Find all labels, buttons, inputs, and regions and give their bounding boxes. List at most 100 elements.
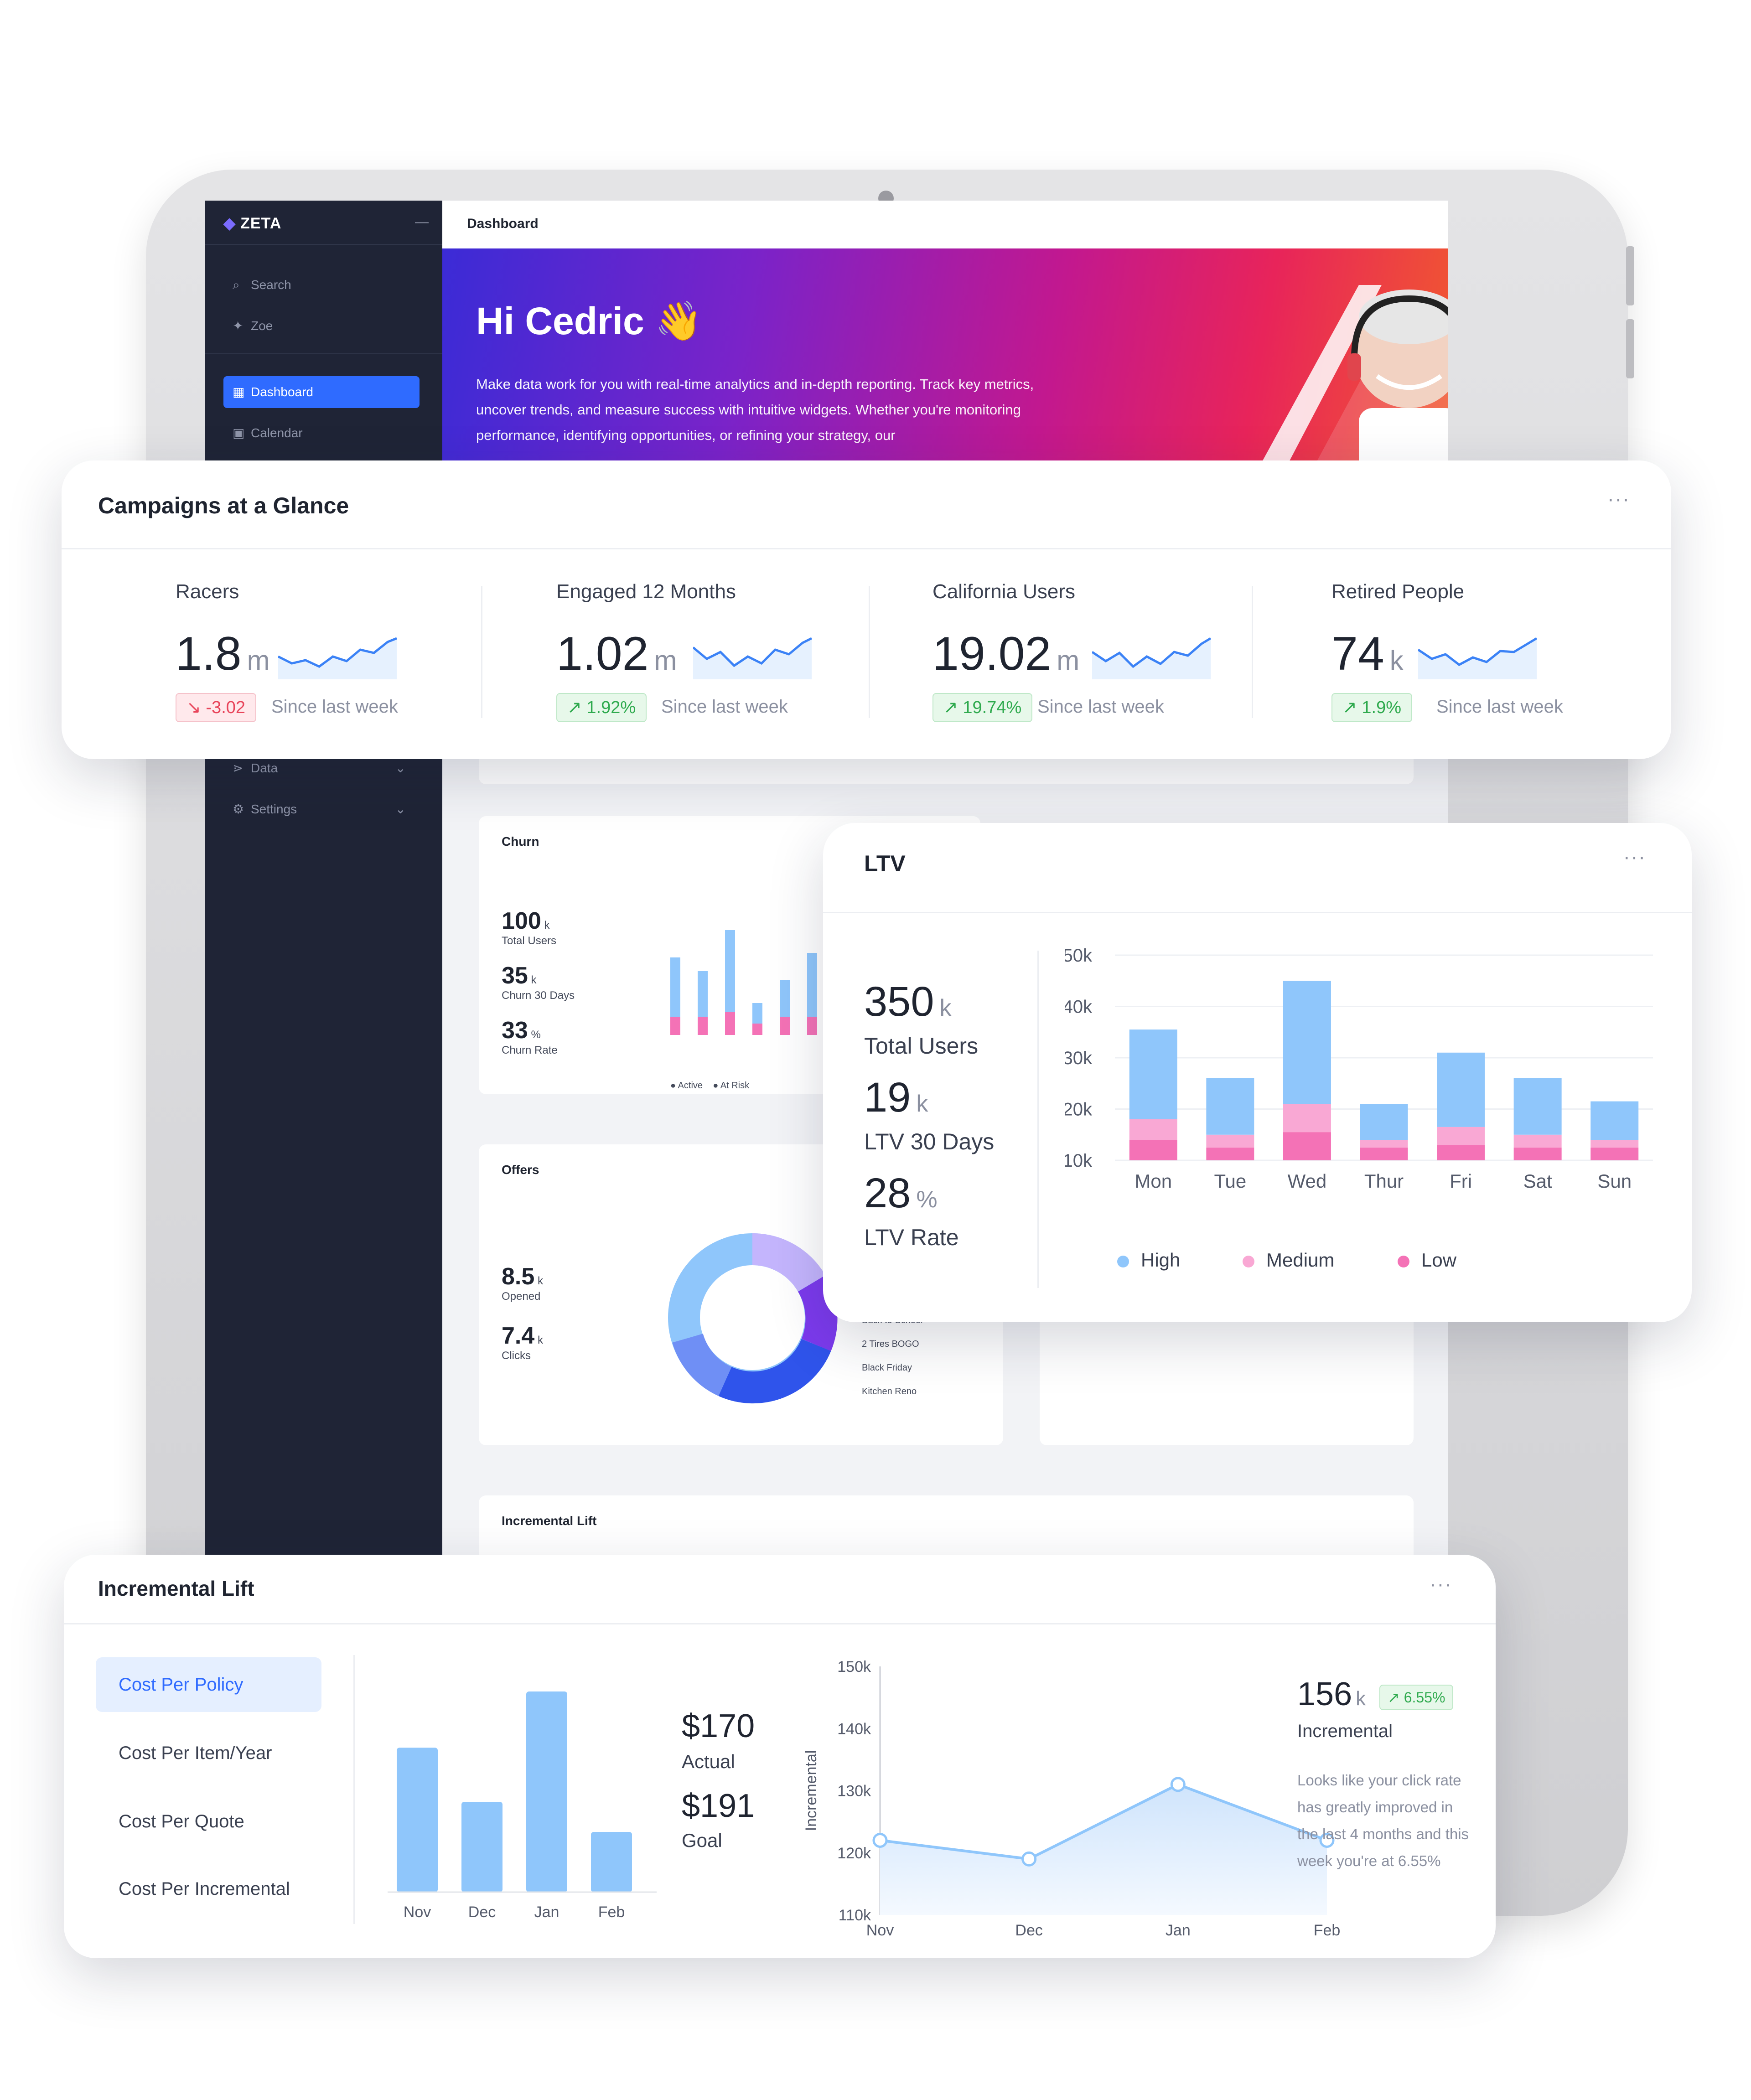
- x-tick-label: Thur: [1364, 1170, 1404, 1192]
- divider: [481, 586, 482, 718]
- churn-chart: [670, 930, 817, 1035]
- collapse-icon[interactable]: —: [415, 214, 429, 230]
- x-tick-label: Dec: [468, 1903, 496, 1921]
- bar-low: [1206, 1147, 1254, 1160]
- metric-value: 19.02 m: [932, 627, 1079, 681]
- ltv-bar-chart: 110k 120k 130k 140k 150k Mon Tue Wed Thur Fri Sat S…: [1065, 946, 1653, 1192]
- calendar-icon: ▣: [233, 426, 245, 440]
- x-tick-label: Nov: [866, 1922, 894, 1939]
- sidebar-item-calendar[interactable]: ▣ Calendar: [223, 417, 420, 449]
- churn-stat: 100 k Total Users: [502, 908, 557, 947]
- goal-value: $191: [682, 1788, 755, 1824]
- ltv-card: LTV ··· 350 k Total Users 19 k LTV 30 Days…: [823, 823, 1692, 1322]
- top-bar: Dashboard: [442, 201, 1448, 249]
- metric-number: 1.02: [556, 627, 649, 680]
- sidebar-item-dashboard[interactable]: ▦ Dashboard: [223, 376, 420, 408]
- cost-bar: [526, 1691, 567, 1892]
- incremental-lift-card: Incremental Lift ··· Cost Per Policy Cos…: [64, 1555, 1496, 1958]
- x-tick-label: Wed: [1288, 1170, 1327, 1192]
- churn-stat: 33 % Churn Rate: [502, 1017, 558, 1056]
- metric-label: Engaged 12 Months: [556, 580, 736, 603]
- dashboard-icon: ▦: [233, 385, 245, 399]
- tab-cost-per-incremental[interactable]: Cost Per Incremental: [96, 1862, 321, 1916]
- stat-label: LTV Rate: [864, 1225, 959, 1250]
- since-label: Since last week: [1037, 697, 1164, 717]
- sidebar-item-zoe[interactable]: ✦ Zoe: [223, 310, 420, 342]
- gear-icon: ⚙: [233, 802, 244, 816]
- bar-low: [1590, 1147, 1639, 1160]
- search-icon: ⌕: [233, 278, 240, 292]
- bar-low: [1129, 1140, 1177, 1160]
- offers-title: Offers: [502, 1163, 539, 1177]
- x-tick-label: Jan: [534, 1903, 559, 1921]
- tablet-side-button: [1626, 319, 1634, 378]
- y-tick-label: 140k: [1065, 997, 1093, 1017]
- y-tick-label: 130k: [837, 1783, 871, 1800]
- more-options-icon[interactable]: ···: [1430, 1573, 1452, 1596]
- bar-medium: [1129, 1119, 1177, 1140]
- metric-label: Racers: [176, 580, 239, 603]
- x-tick-label: Sat: [1523, 1170, 1552, 1192]
- tab-cost-per-policy[interactable]: Cost Per Policy: [96, 1657, 321, 1712]
- metric-unit: m: [654, 645, 677, 676]
- change-badge: ↗ 1.92%: [556, 693, 647, 722]
- data-point: [1170, 1777, 1186, 1792]
- metric-unit: m: [1057, 645, 1080, 676]
- metric-number: 1.8: [176, 627, 242, 680]
- sparkle-icon: ✦: [233, 319, 243, 333]
- cost-bar: [397, 1748, 438, 1892]
- bar-low: [1437, 1145, 1485, 1160]
- logo: ◆ ZETA: [223, 215, 282, 232]
- legend-medium: Medium: [1243, 1249, 1334, 1271]
- tablet-side-button: [1626, 246, 1634, 305]
- trend-down-icon: ↘: [186, 698, 206, 717]
- bar-high: [1283, 981, 1331, 1104]
- divider: [1252, 586, 1253, 718]
- offers-stat: 7.4 k Clicks: [502, 1323, 543, 1362]
- change-value: 19.74%: [963, 698, 1022, 717]
- actual-label: Actual: [682, 1751, 735, 1772]
- incremental-value: 156 k: [1297, 1676, 1366, 1712]
- wave-icon: 👋: [655, 300, 703, 342]
- more-options-icon[interactable]: ···: [1623, 846, 1646, 869]
- actual-value: $170: [682, 1708, 755, 1744]
- incremental-label: Incremental: [1297, 1721, 1393, 1741]
- since-label: Since last week: [661, 697, 788, 717]
- sidebar-item-settings[interactable]: ⚙ Settings ⌄: [223, 793, 420, 825]
- sidebar-item-search[interactable]: ⌕ Search: [223, 269, 420, 301]
- page-title: Dashboard: [467, 216, 539, 231]
- change-value: 1.9%: [1362, 698, 1402, 717]
- tab-cost-per-quote[interactable]: Cost Per Quote: [96, 1794, 321, 1849]
- bar-high: [1437, 1052, 1485, 1127]
- x-tick-label: Fri: [1450, 1170, 1472, 1192]
- sparkline-chart: [1092, 637, 1211, 679]
- bar-high: [1590, 1101, 1639, 1140]
- stat-value: 28%: [864, 1170, 938, 1216]
- x-tick-label: Dec: [1015, 1922, 1042, 1939]
- more-options-icon[interactable]: ···: [1607, 488, 1630, 511]
- sparkline-chart: [693, 637, 812, 679]
- change-value: 1.92%: [586, 698, 636, 717]
- legend-dot: [1117, 1255, 1129, 1267]
- bar-high: [1360, 1104, 1408, 1140]
- divider: [823, 912, 1692, 913]
- y-tick-label: 150k: [1065, 946, 1093, 966]
- x-tick-label: Tue: [1214, 1170, 1246, 1192]
- bar-medium: [1206, 1134, 1254, 1148]
- insight-text: Looks like your click rate has greatly i…: [1297, 1772, 1469, 1869]
- bar-medium: [1513, 1134, 1562, 1148]
- divider: [62, 548, 1671, 549]
- y-tick-label: 150k: [837, 1658, 871, 1676]
- bar-low: [1513, 1147, 1562, 1160]
- tab-cost-per-item-year[interactable]: Cost Per Item/Year: [96, 1726, 321, 1780]
- metric-unit: m: [247, 645, 270, 676]
- bar-medium: [1590, 1140, 1639, 1148]
- metric-unit: k: [1389, 645, 1404, 676]
- sparkline-chart: [1418, 637, 1537, 679]
- x-tick-label: Feb: [1314, 1922, 1341, 1939]
- goal-label: Goal: [682, 1830, 722, 1851]
- change-value: -3.02: [206, 698, 246, 717]
- trend-up-icon: ↗: [567, 698, 587, 717]
- data-point: [872, 1833, 888, 1848]
- divider: [64, 1623, 1496, 1624]
